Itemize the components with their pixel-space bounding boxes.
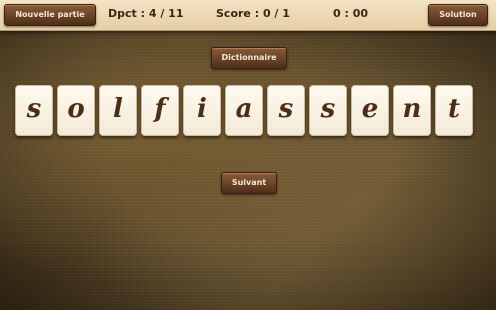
letter-tile[interactable]: f bbox=[141, 85, 179, 136]
letter-tile[interactable]: n bbox=[393, 85, 431, 136]
letter-tile[interactable]: l bbox=[99, 85, 137, 136]
letter-tile[interactable]: s bbox=[267, 85, 305, 136]
dpct-counter: Dpct : 4 / 11 bbox=[108, 7, 184, 20]
letter-tile[interactable]: s bbox=[15, 85, 53, 136]
solution-button[interactable]: Solution bbox=[428, 4, 488, 26]
letter-tiles: s o l f i a s s e n t bbox=[15, 85, 473, 136]
letter-tile[interactable]: i bbox=[183, 85, 221, 136]
letter-tile[interactable]: o bbox=[57, 85, 95, 136]
top-bar: Nouvelle partie Dpct : 4 / 11 Score : 0 … bbox=[0, 0, 496, 31]
letter-tile[interactable]: s bbox=[309, 85, 347, 136]
score-counter: Score : 0 / 1 bbox=[216, 7, 290, 20]
next-button[interactable]: Suivant bbox=[221, 172, 277, 194]
letter-tile[interactable]: t bbox=[435, 85, 473, 136]
letter-tile[interactable]: e bbox=[351, 85, 389, 136]
timer: 0 : 00 bbox=[333, 7, 369, 20]
new-game-button[interactable]: Nouvelle partie bbox=[4, 4, 96, 26]
letter-tile[interactable]: a bbox=[225, 85, 263, 136]
dictionary-button[interactable]: Dictionnaire bbox=[211, 47, 287, 69]
